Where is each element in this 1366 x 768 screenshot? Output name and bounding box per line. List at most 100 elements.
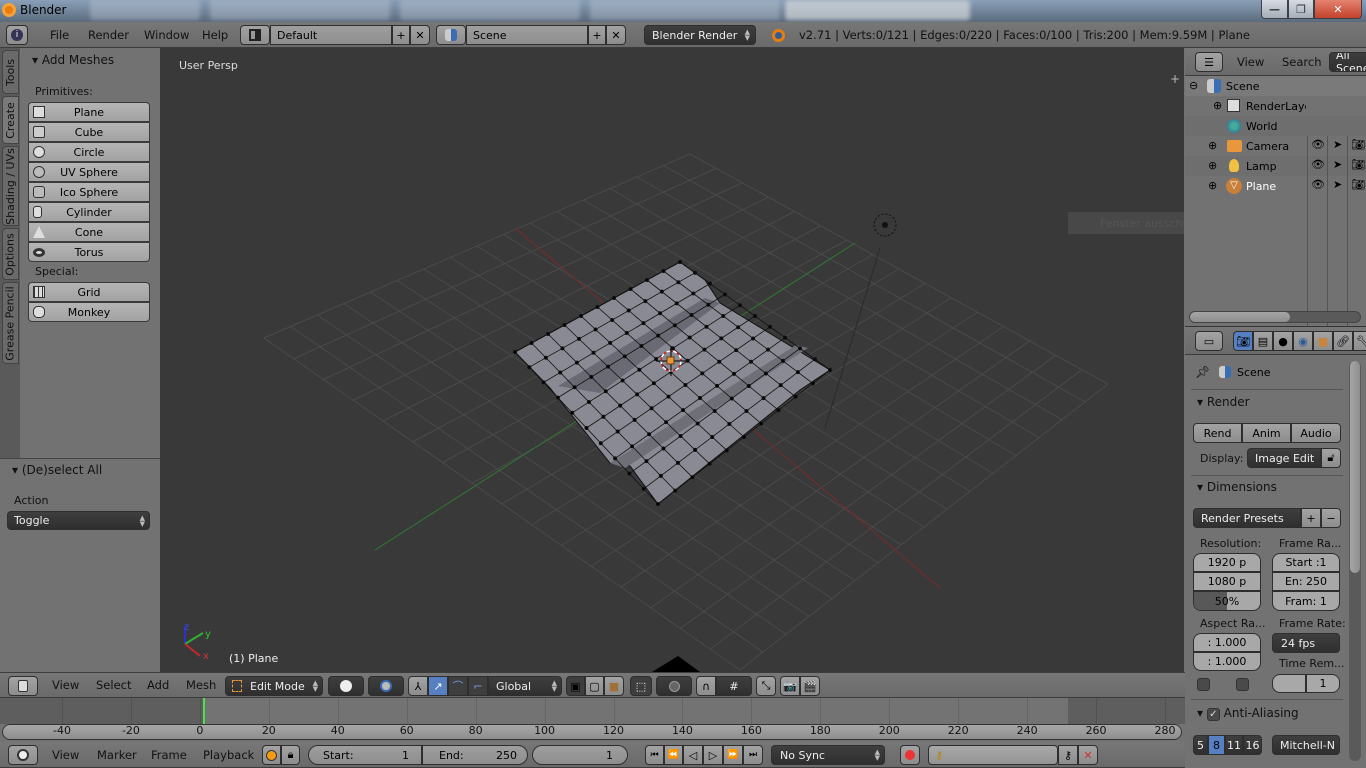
play-button[interactable]: ▷: [703, 745, 723, 765]
tab-render-layers[interactable]: ▤: [1253, 331, 1273, 351]
sync-mode-dropdown[interactable]: No Sync ▲ ▼: [771, 745, 885, 765]
add-cylinder-button[interactable]: Cylinder: [28, 202, 150, 222]
expand-icon[interactable]: ⊕: [1213, 99, 1222, 112]
viewport-shading-dropdown[interactable]: [328, 676, 364, 696]
timeline-scrollbar[interactable]: [2, 724, 1182, 740]
visibility-eye-icon[interactable]: 👁︎: [1311, 178, 1325, 191]
jump-end-button[interactable]: ⏭: [743, 745, 763, 765]
deselect-all-panel-header[interactable]: ▾ (De)select All: [12, 463, 102, 477]
vertex-select-mode[interactable]: ▣: [566, 676, 585, 696]
current-frame-field[interactable]: 1: [532, 745, 628, 765]
insert-keyframe-button[interactable]: ⚷: [1058, 745, 1078, 765]
display-dropdown[interactable]: Image Edit: [1247, 448, 1321, 468]
selectability-arrow-icon[interactable]: ➤: [1333, 158, 1342, 171]
renderability-camera-icon[interactable]: 📷︎: [1351, 178, 1365, 191]
tab-world[interactable]: ◉: [1293, 331, 1313, 351]
add-torus-button[interactable]: Torus: [28, 242, 150, 262]
keying-set-field[interactable]: ⚷: [928, 745, 1058, 765]
renderability-camera-icon[interactable]: 📷︎: [1351, 158, 1365, 171]
editor-type-button[interactable]: [8, 745, 38, 765]
face-select-mode[interactable]: ■: [604, 676, 624, 696]
render-audio-button[interactable]: Audio: [1291, 423, 1341, 443]
tab-modifiers[interactable]: 🔧︎: [1353, 331, 1366, 351]
add-plane-button[interactable]: Plane: [28, 102, 150, 122]
add-monkey-button[interactable]: Monkey: [28, 302, 150, 322]
add-circle-button[interactable]: Circle: [28, 142, 150, 162]
mode-dropdown[interactable]: Edit Mode ▲ ▼: [225, 676, 323, 696]
render-presets-dropdown[interactable]: Render Presets: [1193, 508, 1301, 528]
current-frame-indicator[interactable]: [203, 698, 205, 724]
crop-checkbox[interactable]: [1236, 678, 1249, 691]
editor-type-button[interactable]: [8, 676, 38, 696]
play-reverse-button[interactable]: ◁: [683, 745, 703, 765]
snap-element-dropdown[interactable]: #: [716, 676, 752, 696]
limit-selection-button[interactable]: ⬚: [630, 676, 652, 696]
menu-playback[interactable]: Playback: [203, 742, 254, 767]
menu-view[interactable]: View: [52, 673, 79, 697]
display-mode-dropdown[interactable]: All Scenes: [1329, 52, 1366, 72]
render-animation-opengl-button[interactable]: 🎬: [800, 676, 820, 696]
editor-type-button[interactable]: i: [6, 25, 28, 45]
selectability-arrow-icon[interactable]: ➤: [1333, 138, 1342, 151]
scale-manipulator-button[interactable]: ⌐: [468, 676, 488, 696]
action-dropdown[interactable]: Toggle ▲ ▼: [7, 511, 150, 530]
anti-aliasing-checkbox[interactable]: ✓: [1206, 708, 1220, 721]
expand-icon[interactable]: ⊕: [1208, 159, 1217, 172]
transform-orientation-dropdown[interactable]: Global ▲ ▼: [488, 676, 562, 696]
delete-keyframe-button[interactable]: ✕: [1078, 745, 1098, 765]
renderability-camera-icon[interactable]: 📷︎: [1351, 138, 1365, 151]
add-meshes-panel-header[interactable]: ▾ Add Meshes: [32, 53, 114, 67]
tab-constraints[interactable]: 🔗︎: [1333, 331, 1353, 351]
aspect-x-field[interactable]: : 1.000: [1193, 633, 1261, 652]
aa-samples-11[interactable]: 11: [1225, 735, 1243, 755]
remove-preset-button[interactable]: −: [1321, 508, 1341, 528]
tab-object[interactable]: ■: [1313, 331, 1333, 351]
tab-create[interactable]: Create: [2, 96, 19, 144]
outliner-row-world[interactable]: World: [1185, 116, 1366, 136]
expand-icon[interactable]: ⊕: [1208, 139, 1217, 152]
menu-mesh[interactable]: Mesh: [186, 673, 216, 697]
menu-frame[interactable]: Frame: [151, 742, 187, 767]
tab-options[interactable]: Options: [2, 228, 19, 280]
visibility-eye-icon[interactable]: 👁︎: [1311, 138, 1325, 151]
rotate-manipulator-button[interactable]: ⌒: [448, 676, 468, 696]
delete-scene-button[interactable]: ✕: [606, 25, 626, 45]
menu-file[interactable]: File: [50, 22, 69, 47]
visibility-eye-icon[interactable]: 👁︎: [1311, 158, 1325, 171]
lock-range-toggle[interactable]: 🔒︎: [281, 745, 300, 765]
properties-vscrollbar[interactable]: [1349, 361, 1361, 761]
collapse-icon[interactable]: ⊖: [1189, 79, 1198, 92]
auto-keying-button[interactable]: [900, 745, 920, 765]
minimize-button[interactable]: —: [1261, 0, 1288, 19]
add-scene-button[interactable]: +: [588, 25, 606, 45]
menu-marker[interactable]: Marker: [97, 742, 137, 767]
dimensions-panel-header[interactable]: ▾ Dimensions: [1197, 480, 1277, 494]
add-cone-button[interactable]: Cone: [28, 222, 150, 242]
menu-add[interactable]: Add: [147, 673, 169, 697]
frame-start-field[interactable]: Start :1: [1272, 553, 1340, 572]
resolution-percentage-slider[interactable]: 50%: [1193, 591, 1261, 611]
menu-render[interactable]: Render: [88, 22, 129, 47]
jump-keyframe-back-button[interactable]: ⏪: [664, 745, 683, 765]
add-grid-button[interactable]: Grid: [28, 282, 150, 302]
add-ico-sphere-button[interactable]: Ico Sphere: [28, 182, 150, 202]
render-opengl-button[interactable]: 📷: [780, 676, 800, 696]
time-remap-old-field[interactable]: [1272, 674, 1306, 693]
tab-grease-pencil[interactable]: Grease Pencil: [2, 282, 19, 364]
outliner-row-scene[interactable]: ⊖ Scene: [1185, 76, 1366, 96]
edge-select-mode[interactable]: ▢: [585, 676, 604, 696]
propagate-button[interactable]: ⤡: [756, 676, 776, 696]
aa-samples-8[interactable]: 8: [1208, 735, 1225, 755]
jump-keyframe-forward-button[interactable]: ⏩: [723, 745, 743, 765]
tab-shading-uvs[interactable]: Shading / UVs: [2, 146, 19, 226]
menu-select[interactable]: Select: [96, 673, 131, 697]
menu-window[interactable]: Window: [144, 22, 189, 47]
editor-type-button[interactable]: ▭: [1195, 331, 1223, 351]
lock-interface-button[interactable]: 🔓︎: [1321, 448, 1341, 468]
selectability-arrow-icon[interactable]: ➤: [1333, 178, 1342, 191]
menu-help[interactable]: Help: [202, 22, 228, 47]
frame-end-field[interactable]: En: 250: [1272, 572, 1340, 591]
add-preset-button[interactable]: +: [1301, 508, 1321, 528]
close-button[interactable]: ✕: [1314, 0, 1362, 19]
tab-scene[interactable]: ●: [1273, 331, 1293, 351]
